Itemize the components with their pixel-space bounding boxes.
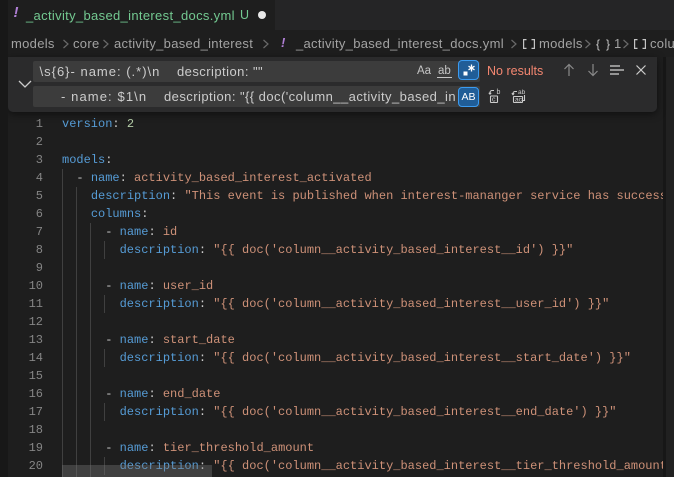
svg-text:ab: ab [518,89,526,96]
svg-text:b: b [497,89,501,96]
svg-text:ac: ac [515,97,523,104]
svg-text:c: c [492,97,496,104]
